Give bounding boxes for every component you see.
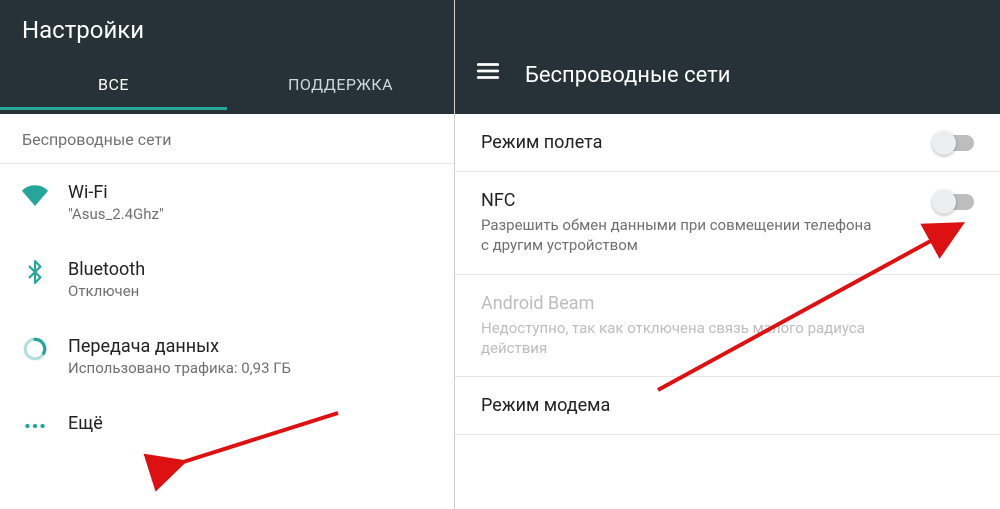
nfc-sub: Разрешить обмен данными при совмещении т… — [481, 215, 881, 256]
tab-all[interactable]: ВСЕ — [0, 58, 227, 110]
item-data-usage[interactable]: Передача данных Использовано трафика: 0,… — [0, 318, 454, 395]
item-android-beam: Android Beam Недоступно, так как отключе… — [455, 275, 1000, 378]
item-bluetooth-sub: Отключен — [68, 282, 432, 300]
menu-icon[interactable] — [475, 58, 501, 88]
item-wifi-label: Wi-Fi — [68, 182, 432, 203]
item-tethering[interactable]: Режим модема — [455, 377, 1000, 435]
wireless-panel: Беспроводные сети Режим полета NFC Разре… — [455, 0, 1000, 509]
tether-label: Режим модема — [481, 395, 974, 416]
item-airplane-mode[interactable]: Режим полета — [455, 114, 1000, 172]
item-data-label: Передача данных — [68, 336, 432, 357]
item-wifi[interactable]: Wi-Fi "Asus_2.4Ghz" — [0, 164, 454, 241]
nfc-label: NFC — [481, 190, 974, 211]
settings-panel: Настройки ВСЕ ПОДДЕРЖКА Беспроводные сет… — [0, 0, 455, 509]
tab-support[interactable]: ПОДДЕРЖКА — [227, 58, 454, 110]
section-wireless: Беспроводные сети — [0, 114, 454, 164]
nfc-toggle[interactable] — [934, 194, 974, 210]
data-usage-icon — [22, 336, 68, 362]
settings-tabs: ВСЕ ПОДДЕРЖКА — [0, 58, 454, 110]
airplane-label: Режим полета — [481, 132, 974, 153]
airplane-toggle[interactable] — [934, 135, 974, 151]
item-more-label: Ещё — [68, 413, 432, 434]
bluetooth-icon — [22, 259, 68, 285]
beam-sub: Недоступно, так как отключена связь мало… — [481, 318, 881, 359]
wireless-title: Беспроводные сети — [525, 63, 731, 88]
more-icon — [22, 413, 68, 439]
item-data-sub: Использовано трафика: 0,93 ГБ — [68, 359, 432, 377]
settings-header: Настройки ВСЕ ПОДДЕРЖКА — [0, 0, 454, 114]
item-bluetooth[interactable]: Bluetooth Отключен — [0, 241, 454, 318]
item-wifi-sub: "Asus_2.4Ghz" — [68, 205, 432, 223]
beam-label: Android Beam — [481, 293, 974, 314]
wireless-header: Беспроводные сети — [455, 0, 1000, 114]
item-nfc[interactable]: NFC Разрешить обмен данными при совмещен… — [455, 172, 1000, 275]
item-more[interactable]: Ещё — [0, 395, 454, 457]
wifi-icon — [22, 182, 68, 208]
page-title: Настройки — [0, 0, 454, 44]
item-bluetooth-label: Bluetooth — [68, 259, 432, 280]
